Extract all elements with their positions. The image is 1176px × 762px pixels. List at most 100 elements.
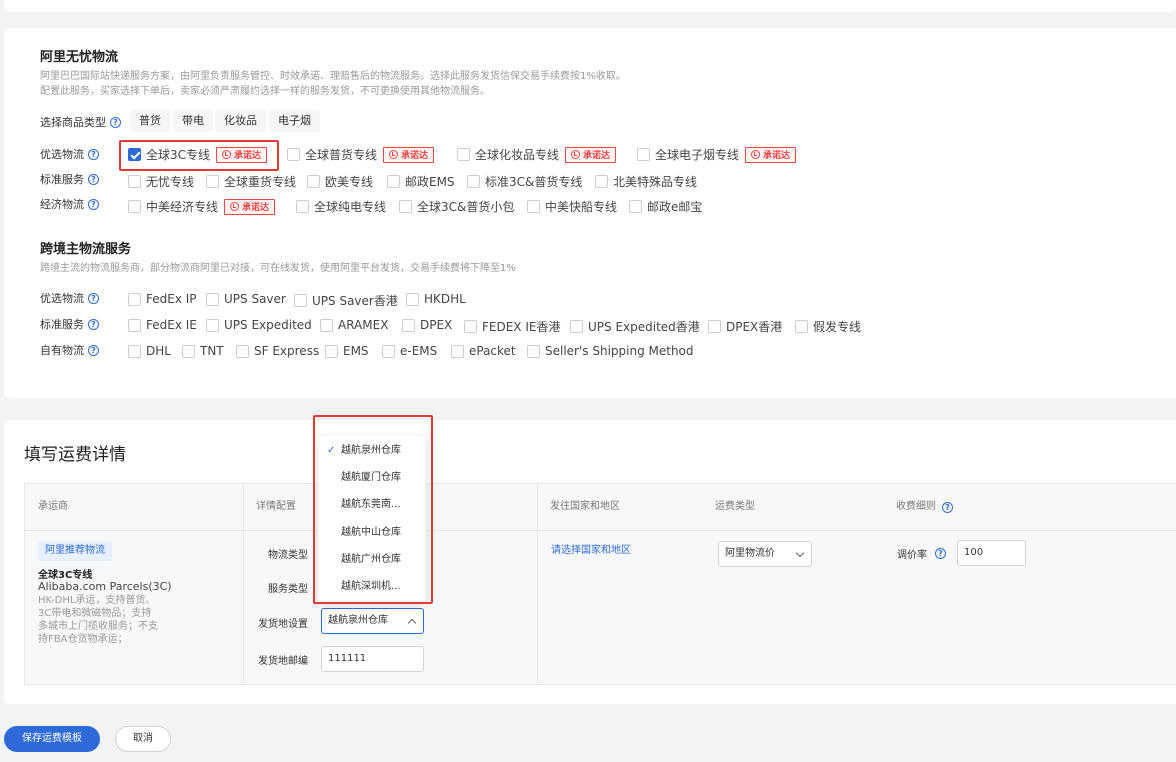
checkbox-box[interactable] (464, 320, 477, 333)
checkbox-e-ems[interactable]: e-EMS (382, 344, 437, 358)
category-battery[interactable]: 带电 (173, 110, 213, 132)
checkbox-dpex-hk[interactable]: DPEX香港 (708, 318, 782, 335)
checkbox-box[interactable] (570, 320, 583, 333)
checkbox-box[interactable] (325, 344, 338, 358)
checkbox-box[interactable] (629, 200, 642, 213)
checkbox-box[interactable] (128, 292, 141, 306)
carrier-subtitle: Alibaba.com Parcels(3C) (38, 580, 172, 593)
checkbox-ups-expedited[interactable]: UPS Expedited (206, 318, 312, 332)
help-icon[interactable]: ? (935, 548, 946, 559)
checkbox-box[interactable] (467, 175, 480, 188)
help-icon[interactable]: ? (88, 148, 99, 160)
checkbox-standard-4[interactable]: 邮政EMS (387, 173, 455, 190)
checkbox-economy-2[interactable]: 全球纯电专线 (296, 198, 386, 215)
checkbox-box[interactable] (320, 318, 333, 332)
checkbox-box[interactable] (595, 175, 608, 188)
checkbox-box[interactable] (451, 344, 464, 358)
category-general[interactable]: 普货 (130, 110, 170, 132)
checkbox-aramex[interactable]: ARAMEX (320, 318, 388, 332)
checkbox-fedex-ip[interactable]: FedEx IP (128, 292, 197, 306)
checkbox-global-cosmetics[interactable]: 全球化妆品专线 承诺达 (457, 146, 617, 163)
checkbox-sellers-shipping[interactable]: Seller's Shipping Method (527, 344, 694, 358)
checkbox-box[interactable] (307, 175, 320, 188)
markup-input[interactable]: 100 (957, 540, 1026, 566)
checkbox-economy-3[interactable]: 全球3C&普货小包 (399, 198, 514, 215)
ali-logistics-title: 阿里无忧物流 (40, 50, 119, 65)
save-template-button[interactable]: 保存运费模板 (4, 726, 100, 752)
help-icon[interactable]: ? (88, 198, 99, 210)
top-card-edge (4, 0, 1176, 12)
checkbox-box[interactable] (387, 175, 400, 188)
checkbox-sf-express[interactable]: SF Express (236, 344, 319, 358)
checkbox-ups-saver[interactable]: UPS Saver (206, 292, 286, 306)
checkbox-dpex[interactable]: DPEX (402, 318, 452, 332)
origin-select[interactable]: 越航泉州仓库 (321, 608, 424, 634)
checkbox-label: 欧美专线 (325, 175, 374, 189)
checkbox-fedex-ie-hk[interactable]: FEDEX IE香港 (464, 318, 560, 335)
checkbox-box[interactable] (382, 344, 395, 358)
cb-own-label-text: 自有物流 (40, 344, 84, 357)
category-e-cigarette[interactable]: 电子烟 (269, 110, 320, 132)
checkbox-box[interactable] (457, 148, 470, 161)
help-icon[interactable]: ? (942, 501, 953, 513)
ali-preferred-label-text: 优选物流 (40, 148, 84, 161)
checkbox-global-e-cig[interactable]: 全球电子烟专线 承诺达 (637, 146, 797, 163)
checkbox-box[interactable] (128, 175, 141, 188)
checkbox-standard-1[interactable]: 无忧专线 (128, 173, 194, 190)
checkbox-box[interactable] (128, 200, 141, 213)
help-icon[interactable]: ? (110, 116, 121, 128)
checkbox-box[interactable] (206, 292, 219, 306)
checkbox-box[interactable] (296, 200, 309, 213)
select-country-link[interactable]: 请选择国家和地区 (551, 541, 631, 556)
checkbox-ems[interactable]: EMS (325, 344, 369, 358)
ali-logistics-desc-2: 配置此服务，买家选择下单后，卖家必须严肃履约选择一样的服务发货，不可更换使用其他… (40, 86, 490, 97)
checkbox-box[interactable] (182, 344, 195, 358)
cb-standard-label-text: 标准服务 (40, 318, 84, 331)
checkbox-standard-2[interactable]: 全球重货专线 (206, 173, 296, 190)
help-icon[interactable]: ? (88, 173, 99, 185)
checkbox-label: Seller's Shipping Method (545, 344, 694, 358)
checkbox-economy-1[interactable]: 中美经济专线 承诺达 (128, 198, 276, 215)
checkbox-box[interactable] (128, 318, 141, 332)
checkbox-fedex-ie[interactable]: FedEx IE (128, 318, 197, 332)
checkbox-standard-6[interactable]: 北美特殊品专线 (595, 173, 697, 190)
checkbox-label: 全球重货专线 (224, 175, 297, 189)
help-icon[interactable]: ? (88, 292, 99, 304)
checkbox-label: 邮政EMS (405, 175, 455, 189)
checkbox-box[interactable] (527, 200, 540, 213)
checkbox-box[interactable] (527, 344, 540, 358)
checkbox-box[interactable] (206, 175, 219, 188)
checkbox-economy-4[interactable]: 中美快船专线 (527, 198, 617, 215)
checkbox-box[interactable] (128, 344, 141, 358)
checkbox-label: 中美经济专线 (146, 200, 219, 214)
checkbox-box[interactable] (708, 320, 721, 333)
checkbox-box[interactable] (294, 294, 307, 307)
checkbox-ups-expedited-hk[interactable]: UPS Expedited香港 (570, 318, 700, 335)
checkbox-standard-3[interactable]: 欧美专线 (307, 173, 373, 190)
checkbox-box[interactable] (402, 318, 415, 332)
checkbox-box[interactable] (236, 344, 249, 358)
fee-type-select[interactable]: 阿里物流价 (718, 541, 812, 567)
checkbox-epacket[interactable]: ePacket (451, 344, 516, 358)
postcode-input[interactable]: 111111 (321, 646, 424, 672)
checkbox-wig-line[interactable]: 假发专线 (795, 318, 861, 335)
checkbox-global-general[interactable]: 全球普货专线 承诺达 (287, 146, 435, 163)
cancel-button[interactable]: 取消 (115, 726, 171, 752)
checkbox-tnt[interactable]: TNT (182, 344, 224, 358)
checkbox-box[interactable] (206, 318, 219, 332)
checkbox-box[interactable] (795, 320, 808, 333)
category-cosmetics[interactable]: 化妆品 (215, 110, 266, 132)
checkbox-box[interactable] (637, 148, 650, 161)
help-icon[interactable]: ? (88, 344, 99, 356)
checkbox-box[interactable] (399, 200, 412, 213)
checkbox-dhl[interactable]: DHL (128, 344, 171, 358)
checkbox-standard-5[interactable]: 标准3C&普货专线 (467, 173, 582, 190)
checkbox-economy-5[interactable]: 邮政e邮宝 (629, 198, 702, 215)
checkbox-hkdhl[interactable]: HKDHL (406, 292, 466, 306)
promise-badge: 承诺达 (224, 198, 276, 215)
help-icon[interactable]: ? (88, 318, 99, 330)
checkbox-ups-saver-hk[interactable]: UPS Saver香港 (294, 292, 398, 309)
checkbox-box[interactable] (287, 148, 300, 161)
col-country-header: 发往国家和地区 (550, 501, 620, 512)
checkbox-box[interactable] (406, 292, 419, 306)
